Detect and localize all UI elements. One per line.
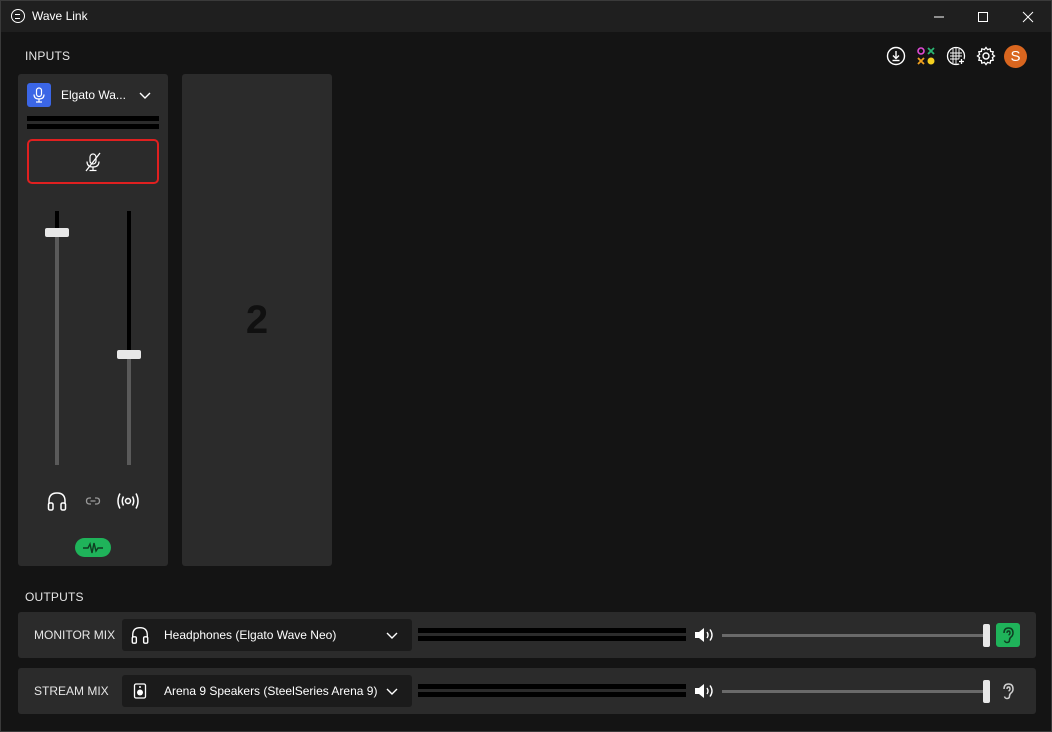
stream-volume-thumb[interactable] <box>983 680 990 703</box>
monitor-volume-slider[interactable] <box>722 634 986 637</box>
chevron-down-icon[interactable] <box>137 87 153 103</box>
close-icon <box>1022 11 1034 22</box>
monitor-listen-toggle[interactable] <box>996 623 1020 647</box>
stream-output-device-dropdown[interactable]: Arena 9 Speakers (SteelSeries Arena 9) <box>122 675 412 707</box>
chevron-down-icon <box>386 688 398 695</box>
app-logo-icon <box>11 9 25 23</box>
monitor-mix-row: MONITOR MIX Headphones (Elgato Wave Neo) <box>18 612 1036 658</box>
input-level-meter-left <box>27 116 159 121</box>
stream-mix-row: STREAM MIX Arena 9 Speakers (SteelSeries… <box>18 668 1036 714</box>
ear-icon <box>1003 683 1014 700</box>
monitor-output-device-name: Headphones (Elgato Wave Neo) <box>164 628 337 642</box>
volume-icon[interactable] <box>693 682 715 700</box>
monitor-level-meter-left <box>418 628 686 633</box>
input-channel: Elgato Wa... <box>18 74 168 566</box>
close-button[interactable] <box>1005 1 1051 32</box>
monitor-fader-thumb[interactable] <box>45 228 69 237</box>
link-faders-button[interactable] <box>84 492 102 510</box>
stream-volume-slider[interactable] <box>722 690 986 693</box>
stream-mix-button[interactable] <box>115 489 141 513</box>
maximize-icon <box>978 11 988 22</box>
broadcast-icon <box>117 493 139 509</box>
stream-level-meter-left <box>418 684 686 689</box>
stream-output-device-name: Arena 9 Speakers (SteelSeries Arena 9) <box>164 684 378 698</box>
input-device-button[interactable] <box>27 83 51 107</box>
empty-input-slot[interactable]: 2 <box>182 74 332 566</box>
headphones-icon <box>130 625 150 645</box>
monitor-fader-track[interactable] <box>55 232 59 465</box>
add-input-icon <box>946 46 966 66</box>
effects-button[interactable] <box>75 538 111 557</box>
monitor-output-device-dropdown[interactable]: Headphones (Elgato Wave Neo) <box>122 619 412 651</box>
minimize-icon <box>934 16 944 17</box>
input-channel-name[interactable]: Elgato Wa... <box>61 88 126 102</box>
stream-listen-toggle[interactable] <box>996 679 1020 703</box>
chevron-down-icon <box>386 632 398 639</box>
marketplace-icon <box>917 47 935 65</box>
microphone-icon <box>33 87 45 103</box>
download-button[interactable] <box>885 45 907 67</box>
minimize-button[interactable] <box>916 1 962 32</box>
title-bar: Wave Link <box>1 1 1051 32</box>
stream-mix-label: STREAM MIX <box>34 684 109 698</box>
maximize-button[interactable] <box>960 1 1006 32</box>
mute-button[interactable] <box>27 139 159 184</box>
stream-fader-track[interactable] <box>127 355 131 465</box>
stream-level-meter-right <box>418 692 686 697</box>
outputs-section-label: OUTPUTS <box>25 590 84 604</box>
link-icon <box>85 497 101 505</box>
monitor-volume-thumb[interactable] <box>983 624 990 647</box>
monitor-mix-label: MONITOR MIX <box>34 628 116 642</box>
ear-icon <box>1003 627 1014 644</box>
add-input-button[interactable] <box>945 45 967 67</box>
stream-fader-thumb[interactable] <box>117 350 141 359</box>
user-avatar[interactable]: S <box>1004 45 1027 68</box>
input-level-meter-right <box>27 124 159 129</box>
headphones-icon <box>47 492 67 511</box>
monitor-mix-button[interactable] <box>45 489 69 513</box>
empty-slot-number: 2 <box>245 297 269 342</box>
settings-icon <box>976 46 996 66</box>
microphone-muted-icon <box>85 152 101 171</box>
volume-icon[interactable] <box>693 626 715 644</box>
download-icon <box>886 46 906 66</box>
settings-button[interactable] <box>975 45 997 67</box>
stream-fader-track-top <box>127 211 131 355</box>
waveform-icon <box>83 541 103 553</box>
speaker-icon <box>130 681 150 701</box>
monitor-level-meter-right <box>418 636 686 641</box>
wave-link-window: Wave Link INPUTS S Elgato Wa... 2 OUTPUT… <box>0 0 1052 732</box>
marketplace-button[interactable] <box>915 45 937 67</box>
inputs-section-label: INPUTS <box>25 49 71 63</box>
window-title: Wave Link <box>32 9 88 23</box>
